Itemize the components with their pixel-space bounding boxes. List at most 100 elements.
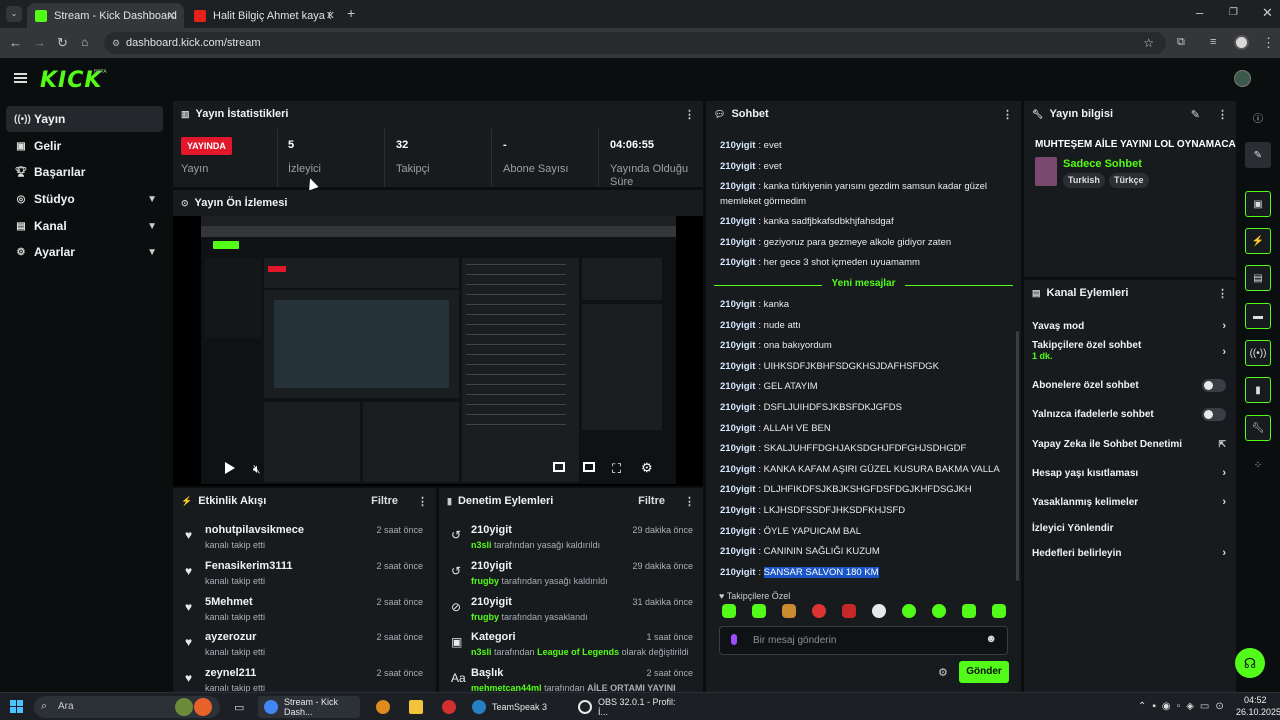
emote-4[interactable] bbox=[812, 604, 826, 618]
notes-icon[interactable]: ▤ bbox=[1245, 265, 1271, 291]
wrench-icon[interactable]: 🔧︎ bbox=[1245, 415, 1271, 441]
sidebar-item-yayin[interactable]: ((•)) Yayın bbox=[6, 106, 163, 132]
subs-only-toggle[interactable] bbox=[1202, 378, 1226, 392]
chat-bubble-icon[interactable]: ▬ bbox=[1245, 303, 1271, 329]
sidebar-item-ayarlar[interactable]: ⚙ Ayarlar ▼ bbox=[6, 239, 163, 265]
tab-youtube[interactable]: Halit Bilgiç Ahmet kaya Ölmez ✕ bbox=[186, 3, 343, 28]
taskbar-app-2[interactable] bbox=[370, 696, 394, 718]
mic-icon[interactable] bbox=[731, 634, 737, 645]
sidebar-item-kanal[interactable]: ▤ Kanal ▼ bbox=[6, 213, 163, 239]
sidebar-item-gelir[interactable]: ▣ Gelir bbox=[6, 133, 163, 159]
more-options-icon[interactable]: ⋮ bbox=[417, 495, 428, 508]
send-button[interactable]: Gönder bbox=[959, 661, 1009, 683]
new-tab-icon[interactable]: + bbox=[347, 6, 355, 20]
mute-icon[interactable]: 🔇︎ bbox=[253, 462, 261, 477]
tag-turkish[interactable]: Turkish bbox=[1063, 173, 1105, 188]
forward-icon[interactable]: → bbox=[33, 36, 46, 49]
chat-username[interactable]: 210yigit bbox=[720, 402, 755, 413]
user-avatar[interactable] bbox=[1234, 70, 1251, 87]
task-view-icon[interactable]: ▭ bbox=[234, 701, 244, 714]
moderator-name[interactable]: frugby bbox=[471, 612, 499, 622]
media-icon[interactable]: ≡ bbox=[1210, 36, 1216, 49]
activity-user[interactable]: Fenasikerim3111 bbox=[205, 560, 292, 572]
emote-9[interactable] bbox=[962, 604, 976, 618]
emote-3[interactable] bbox=[782, 604, 796, 618]
sidebar-item-studyo[interactable]: ◎ Stüdyo ▼ bbox=[6, 186, 163, 212]
taskbar-explorer[interactable] bbox=[403, 696, 427, 718]
action-emote-only[interactable]: Yalnızca ifadelerle sohbet bbox=[1032, 403, 1228, 425]
edit-icon[interactable]: ✎ bbox=[1191, 108, 1200, 121]
chat-username[interactable]: 210yigit bbox=[720, 257, 755, 268]
chat-username[interactable]: 210yigit bbox=[720, 299, 755, 310]
more-options-icon[interactable]: ⋮ bbox=[1217, 287, 1228, 300]
more-options-icon[interactable]: ⋮ bbox=[1002, 108, 1013, 121]
extensions-icon[interactable]: ⧉ bbox=[1177, 36, 1185, 49]
action-subs-only[interactable]: Abonelere özel sohbet bbox=[1032, 374, 1228, 396]
profile-avatar[interactable] bbox=[1234, 35, 1249, 50]
info-icon[interactable]: ⓘ bbox=[1245, 104, 1271, 130]
emote-10[interactable] bbox=[992, 604, 1006, 618]
clock-time[interactable]: 04:52 bbox=[1244, 695, 1267, 705]
more-options-icon[interactable]: ⋮ bbox=[684, 495, 695, 508]
activity-user[interactable]: nohutpilavsikmece bbox=[205, 524, 304, 536]
back-icon[interactable]: ← bbox=[9, 36, 22, 49]
sidebar-item-basarilar[interactable]: 🏆︎ Başarılar bbox=[6, 159, 163, 185]
chat-username[interactable]: 210yigit bbox=[720, 423, 755, 434]
restore-window-icon[interactable]: ❐ bbox=[1229, 6, 1238, 19]
chat-username[interactable]: 210yigit bbox=[720, 484, 755, 495]
apps-icon[interactable]: ⁘ bbox=[1245, 452, 1271, 478]
moderator-name[interactable]: n3sli bbox=[471, 647, 492, 657]
reload-icon[interactable]: ↻ bbox=[57, 36, 68, 49]
tab-kick-dashboard[interactable]: Stream - Kick Dashboard ✕ bbox=[27, 3, 184, 28]
more-options-icon[interactable]: ⋮ bbox=[1217, 108, 1228, 121]
edit-stream-icon[interactable]: ✎ bbox=[1245, 142, 1271, 168]
emoji-icon[interactable]: ☻ bbox=[985, 633, 997, 645]
chat-settings-icon[interactable]: ⚙ bbox=[938, 666, 948, 679]
chat-scrollbar[interactable] bbox=[1016, 331, 1019, 581]
action-slow-mode[interactable]: Yavaş mod › bbox=[1032, 315, 1228, 337]
chat-username[interactable]: 210yigit bbox=[720, 237, 755, 248]
activity-user[interactable]: ayzerozur bbox=[205, 631, 256, 643]
moderation-target[interactable]: 210yigit bbox=[471, 596, 512, 608]
taskbar-search[interactable]: ⌕ Ara bbox=[34, 696, 220, 718]
chat-username[interactable]: 210yigit bbox=[720, 320, 755, 331]
windows-start-icon[interactable] bbox=[10, 700, 23, 713]
chat-username[interactable]: 210yigit bbox=[720, 381, 755, 392]
pip-icon[interactable] bbox=[553, 462, 565, 472]
taskbar-teamspeak[interactable]: TeamSpeak 3 bbox=[466, 696, 566, 718]
broadcast-icon[interactable]: ((•)) bbox=[1245, 340, 1271, 366]
minimize-window-icon[interactable]: – bbox=[1196, 6, 1203, 19]
activity-user[interactable]: 5Mehmet bbox=[205, 596, 253, 608]
action-followers-only[interactable]: Takipçilere özel sohbet 1 dk. › bbox=[1032, 340, 1228, 370]
filter-button[interactable]: Filtre bbox=[371, 495, 398, 507]
chat-username[interactable]: 210yigit bbox=[720, 216, 755, 227]
chat-username[interactable]: 210yigit bbox=[720, 505, 755, 516]
action-ai-moderation[interactable]: Yapay Zeka ile Sohbet Denetimi ⇱ bbox=[1032, 433, 1228, 455]
lightning-icon[interactable]: ⚡ bbox=[1245, 228, 1271, 254]
category-thumbnail[interactable] bbox=[1035, 157, 1057, 186]
home-icon[interactable]: ⌂ bbox=[81, 36, 88, 49]
support-chat-icon[interactable]: ☊ bbox=[1235, 648, 1265, 678]
chat-username[interactable]: 210yigit bbox=[720, 340, 755, 351]
clock-date[interactable]: 26.10.2025 bbox=[1236, 707, 1280, 717]
settings-icon[interactable]: ⚙ bbox=[641, 460, 653, 476]
chat-username[interactable]: 210yigit bbox=[720, 464, 755, 475]
emote-5[interactable] bbox=[842, 604, 856, 618]
close-window-icon[interactable]: ✕ bbox=[1262, 6, 1273, 19]
taskbar-chrome[interactable]: Stream - Kick Dash... bbox=[258, 696, 360, 718]
action-set-goals[interactable]: Hedefleri belirleyin › bbox=[1032, 542, 1228, 564]
chat-input[interactable]: Bir mesaj gönderin ☻ bbox=[719, 626, 1008, 655]
theater-mode-icon[interactable] bbox=[583, 462, 595, 472]
clip-icon[interactable]: ▣ bbox=[1245, 191, 1271, 217]
site-info-icon[interactable]: ⚙ bbox=[112, 38, 120, 49]
filter-button[interactable]: Filtre bbox=[638, 495, 665, 507]
chat-username[interactable]: 210yigit bbox=[720, 567, 755, 578]
taskbar-obs[interactable]: OBS 32.0.1 - Profil: İ... bbox=[572, 696, 677, 718]
category-name[interactable]: Sadece Sohbet bbox=[1063, 158, 1142, 170]
chat-username[interactable]: 210yigit bbox=[720, 140, 755, 151]
emote-1[interactable] bbox=[722, 604, 736, 618]
address-bar[interactable]: ⚙ dashboard.kick.com/stream ☆ bbox=[104, 32, 1166, 54]
tag-turkce[interactable]: Türkçe bbox=[1109, 173, 1149, 188]
chat-username[interactable]: 210yigit bbox=[720, 526, 755, 537]
moderator-name[interactable]: mehmetcan44ml bbox=[471, 683, 542, 692]
